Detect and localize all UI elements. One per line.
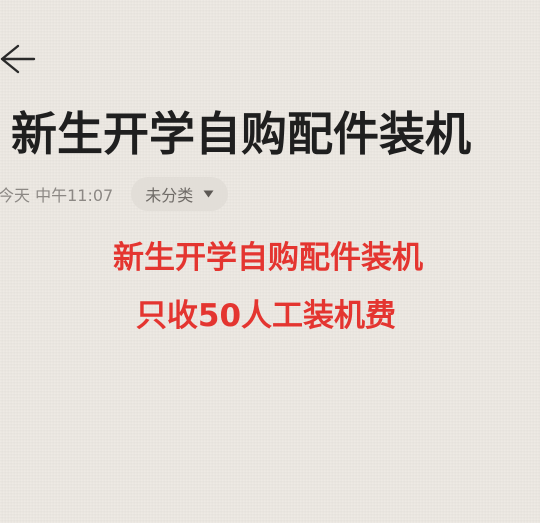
note-meta: 今天 中午11:07 未分类 bbox=[0, 176, 229, 212]
back-arrow-icon bbox=[0, 44, 36, 74]
category-label: 未分类 bbox=[145, 186, 194, 205]
back-button[interactable] bbox=[0, 38, 40, 78]
timestamp: 今天 中午11:07 bbox=[0, 186, 114, 205]
page-title: 新生开学自购配件装机 bbox=[11, 107, 471, 161]
category-selector[interactable]: 未分类 bbox=[131, 177, 229, 211]
note-body-line-2: 只收50人工装机费 bbox=[135, 298, 397, 334]
note-body-line-1: 新生开学自购配件装机 bbox=[113, 240, 423, 276]
triangle-down-icon bbox=[203, 190, 214, 198]
